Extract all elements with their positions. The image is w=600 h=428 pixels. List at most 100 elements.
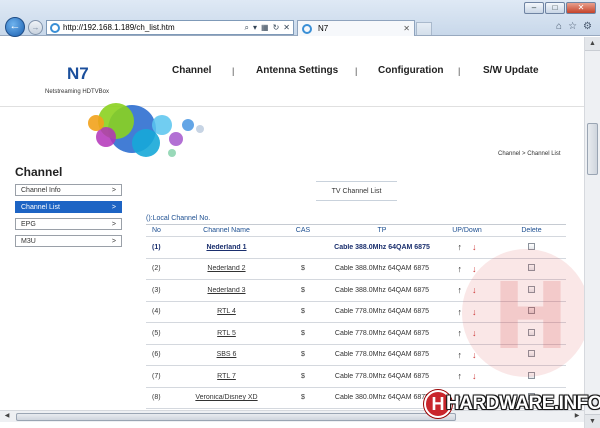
cell-tp: Cable 778.0Mhz 64QAM 6875 [334,329,430,337]
chevron-right-icon: > [111,237,116,245]
column-header-channel-name: Channel Name [203,227,250,234]
cell-channel-name: RTL 5 [174,330,279,337]
gear-icon[interactable]: ⚙ [583,21,592,32]
channel-name-link[interactable]: Nederland 2 [207,265,245,272]
sidebar-item-m3u[interactable]: M3U > [15,235,122,247]
table-header: No Channel Name CAS TP UP/Down Delete [146,225,566,237]
channel-name-link[interactable]: Veronica/Disney XD [195,394,257,401]
watermark-emblem: H [462,249,584,377]
home-icon[interactable]: ⌂ [556,21,562,32]
column-header-delete: Delete [521,227,542,234]
sidebar-menu: Channel Info > Channel List > EPG > M3U … [15,184,122,252]
cell-channel-name: SBS 6 [174,351,279,358]
cell-cas: $ [301,329,305,337]
dropdown-icon[interactable]: ▾ [253,23,257,33]
maximize-button[interactable]: □ [545,2,565,14]
sidebar-title: Channel [15,165,63,179]
cell-cas: $ [301,372,305,380]
stop-icon[interactable]: ✕ [283,23,290,33]
cell-tp: Cable 778.0Mhz 64QAM 6875 [334,372,430,380]
scroll-up-arrow[interactable]: ▲ [585,37,600,51]
browser-tab[interactable]: N7 ✕ [297,20,415,36]
cell-no: (4) [152,308,161,316]
close-window-button[interactable]: ✕ [566,2,596,14]
refresh-icon[interactable]: ↻ [273,23,280,33]
address-tools: ⌕ ▾ ▦ ↻ ✕ [245,23,293,33]
compat-icon[interactable]: ▦ [261,23,269,33]
local-channel-note: ():Local Channel No. [146,215,211,222]
column-header-up-down: UP/Down [452,227,482,234]
decorative-bubbles [88,103,204,157]
channel-name-link[interactable]: RTL 4 [217,308,236,315]
cell-no: (2) [152,265,161,273]
nav-channel[interactable]: Channel [172,65,211,76]
vertical-scroll-thumb[interactable] [587,123,598,175]
tab-close-icon[interactable]: ✕ [403,24,414,33]
cell-channel-name: Veronica/Disney XD [174,394,279,401]
tab-tv-channel-list[interactable]: TV Channel List [316,181,397,201]
cell-channel-name: RTL 4 [174,308,279,315]
cell-cas: $ [301,351,305,359]
horizontal-scroll-thumb[interactable] [16,413,456,421]
nav-sw-update[interactable]: S/W Update [483,65,539,76]
ie-icon [50,22,60,33]
tab-title: N7 [318,24,329,33]
favorites-star-icon[interactable]: ☆ [568,21,577,32]
cell-up-down: ↑ ↓ [437,371,497,381]
move-up-icon[interactable]: ↑ [458,328,463,338]
chevron-right-icon: > [111,220,116,228]
move-up-icon[interactable]: ↑ [458,264,463,274]
column-header-cas: CAS [295,227,311,234]
move-down-icon[interactable]: ↓ [472,242,477,252]
nav-configuration[interactable]: Configuration [378,65,444,76]
cell-tp: Cable 380.0Mhz 64QAM 6875 [334,394,430,402]
logo-text: HARDWARE.INFO [446,393,600,414]
move-up-icon[interactable]: ↑ [458,285,463,295]
sidebar-item-channel-info[interactable]: Channel Info > [15,184,122,196]
cell-no: (1) [152,243,161,251]
channel-name-link[interactable]: Nederland 1 [206,244,246,251]
hardware-info-logo: H HARDWARE.INFO [424,389,600,419]
move-up-icon[interactable]: ↑ [458,350,463,360]
sidebar-item-label: M3U [21,237,36,245]
cell-cas: $ [301,394,305,402]
move-up-icon[interactable]: ↑ [458,242,463,252]
cell-no: (3) [152,286,161,294]
sidebar-item-epg[interactable]: EPG > [15,218,122,230]
minimize-button[interactable]: – [524,2,544,14]
cell-channel-name: Nederland 3 [174,287,279,294]
cell-channel-name: Nederland 2 [174,265,279,272]
top-nav: Channel | Antenna Settings | Configurati… [150,65,550,79]
new-tab-button[interactable] [416,22,432,35]
window-controls: – □ ✕ [524,2,596,14]
cell-no: (7) [152,372,161,380]
cell-tp: Cable 388.0Mhz 64QAM 6875 [334,265,430,273]
column-header-tp: TP [377,227,387,234]
cell-cas: $ [301,286,305,294]
channel-name-link[interactable]: RTL 7 [217,373,236,380]
cell-channel-name: RTL 7 [174,373,279,380]
move-up-icon[interactable]: ↑ [458,371,463,381]
channel-name-link[interactable]: SBS 6 [217,351,237,358]
sidebar-item-channel-list[interactable]: Channel List > [15,201,122,213]
search-icon[interactable]: ⌕ [245,23,249,33]
cell-cas: $ [301,265,305,273]
cell-no: (5) [152,329,161,337]
url-text[interactable]: http://192.168.1.189/ch_list.htm [63,23,245,32]
vertical-scrollbar[interactable]: ▲ ▼ [584,37,600,428]
watermark-letter: H [492,263,569,370]
sidebar-item-label: Channel List [21,203,60,211]
move-down-icon[interactable]: ↓ [472,371,477,381]
channel-name-link[interactable]: RTL 5 [217,330,236,337]
page-content: N7 Netstreaming HDTVBox Channel | Antenn… [0,37,584,428]
cell-tp: Cable 388.0Mhz 64QAM 6875 [334,243,430,251]
scroll-left-arrow[interactable]: ◀ [0,411,14,423]
brand-logo: N7 [67,64,89,83]
sidebar-item-label: EPG [21,220,36,228]
forward-button[interactable]: → [28,20,43,35]
channel-name-link[interactable]: Nederland 3 [207,287,245,294]
address-bar[interactable]: http://192.168.1.189/ch_list.htm ⌕ ▾ ▦ ↻… [46,20,294,35]
cell-tp: Cable 778.0Mhz 64QAM 6875 [334,351,430,359]
back-button[interactable]: ← [5,17,25,37]
nav-antenna-settings[interactable]: Antenna Settings [256,65,338,76]
